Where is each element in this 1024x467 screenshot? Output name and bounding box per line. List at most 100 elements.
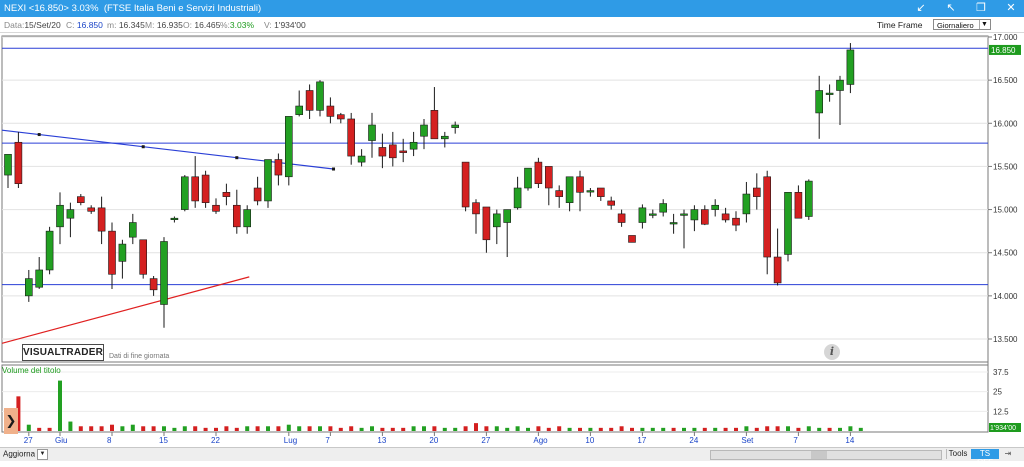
date-tick-label: Ago — [533, 436, 548, 445]
volume-bar — [370, 426, 374, 431]
chart-scrollbar[interactable] — [710, 450, 942, 460]
candle-body — [284, 116, 293, 178]
candle-body — [721, 213, 730, 221]
candle-body — [274, 159, 283, 176]
volume-bar — [484, 426, 489, 431]
candle-body — [815, 90, 824, 114]
candle-body — [513, 187, 522, 209]
volume-bar — [214, 427, 218, 431]
volume-bar — [765, 426, 770, 431]
info-open: O: 16.465 — [183, 20, 221, 30]
volume-bar — [806, 426, 811, 431]
volume-bar — [744, 426, 749, 431]
volume-bar — [640, 427, 645, 431]
candle-body — [430, 110, 439, 140]
chart-grid — [1, 35, 1022, 433]
candle-body — [503, 209, 512, 223]
chevron-down-icon[interactable]: ▼ — [979, 20, 989, 29]
volume-tick-label: 37.5 — [993, 368, 1009, 377]
candle-body — [524, 167, 532, 189]
candle-body — [45, 230, 54, 271]
candle-body — [191, 176, 199, 202]
price-tick-label: 17.000 — [993, 33, 1018, 42]
candle-body — [534, 161, 543, 184]
volume-bar — [858, 427, 863, 431]
volume-bar — [120, 426, 125, 431]
volume-bar — [245, 426, 250, 431]
tools-button[interactable]: Tools — [946, 449, 969, 459]
candle-body — [555, 190, 564, 197]
volume-bar — [328, 426, 333, 431]
close-icon[interactable]: ✕ — [1004, 1, 1018, 15]
date-tick-label: 8 — [107, 436, 112, 445]
candle-body — [482, 206, 491, 241]
candle-body — [846, 49, 855, 85]
volume-tick-label: 12.5 — [993, 407, 1009, 416]
date-tick-label: 14 — [845, 436, 854, 445]
info-icon[interactable]: i — [824, 344, 840, 360]
scroll-end-icon[interactable]: ⇥ — [1002, 449, 1014, 459]
date-tick-label: 24 — [689, 436, 698, 445]
date-tick-label: 17 — [637, 436, 646, 445]
volume-bar — [661, 427, 666, 431]
chevron-right-icon[interactable]: ❯ — [4, 408, 18, 434]
volume-bar — [630, 427, 634, 431]
price-tick-label: 15.500 — [993, 162, 1018, 171]
restore-icon[interactable]: ❐ — [974, 1, 988, 15]
volume-bar — [151, 426, 156, 431]
candle-body — [836, 79, 844, 91]
candle-body — [326, 105, 335, 117]
candle-body — [690, 209, 699, 221]
volume-panel — [1, 364, 989, 433]
volume-bar — [848, 426, 853, 431]
candle-body — [804, 180, 813, 217]
volume-bar — [193, 426, 198, 431]
candle-body — [711, 204, 720, 210]
volume-bar — [130, 424, 135, 431]
candle-body — [108, 230, 116, 275]
trendline-anchor — [332, 167, 336, 171]
candle-body — [129, 222, 137, 238]
volume-bar — [110, 424, 114, 431]
volume-bar — [422, 426, 426, 431]
volume-bar — [162, 426, 166, 431]
volume-bar — [682, 427, 686, 431]
date-tick-label: 10 — [585, 436, 594, 445]
volume-bar — [89, 426, 94, 431]
info-min: m: 16.345 — [107, 20, 145, 30]
date-tick-label: 27 — [24, 436, 33, 445]
candle-body — [399, 150, 408, 153]
candle-body — [149, 278, 158, 291]
scroll-thumb[interactable] — [811, 451, 827, 459]
date-tick-label: Set — [741, 436, 754, 445]
candle-body — [305, 90, 314, 111]
ts-off-button[interactable]: TS OFF — [971, 449, 999, 467]
timeframe-select[interactable]: Giornaliero ▼ — [933, 19, 991, 30]
volume-bar — [380, 427, 385, 431]
volume-bar — [619, 426, 624, 431]
trendline-anchor — [37, 133, 41, 137]
info-pct: %:3.03% — [220, 20, 255, 30]
candle-body — [461, 161, 470, 208]
timeframe-label: Time Frame — [877, 20, 923, 30]
volume-bar — [359, 427, 364, 431]
volume-bar — [827, 427, 832, 431]
volume-bar — [838, 427, 842, 431]
candle-body — [596, 187, 605, 197]
volume-bar — [515, 426, 520, 431]
candle-body — [586, 190, 595, 193]
volume-bar — [141, 426, 146, 431]
price-chart[interactable]: 17.000 16.500 16.000 15.500 15.000 14.500 14.0… — [0, 32, 1024, 447]
info-date: Data:15/Set/20 — [4, 20, 61, 30]
candle-body — [388, 144, 397, 159]
volume-bar — [650, 427, 655, 431]
refresh-control[interactable]: Aggiorna ▼ — [3, 449, 49, 460]
candle-body — [368, 124, 376, 141]
volume-bar — [255, 426, 260, 431]
candle-body — [243, 209, 251, 228]
candle-body — [628, 235, 636, 243]
candle-body — [544, 166, 553, 189]
pin-icon[interactable]: ↖ — [944, 1, 958, 15]
arrow-icon[interactable]: ↙ — [914, 1, 928, 15]
visualtrader-logo: VISUALTRADER — [22, 344, 104, 361]
